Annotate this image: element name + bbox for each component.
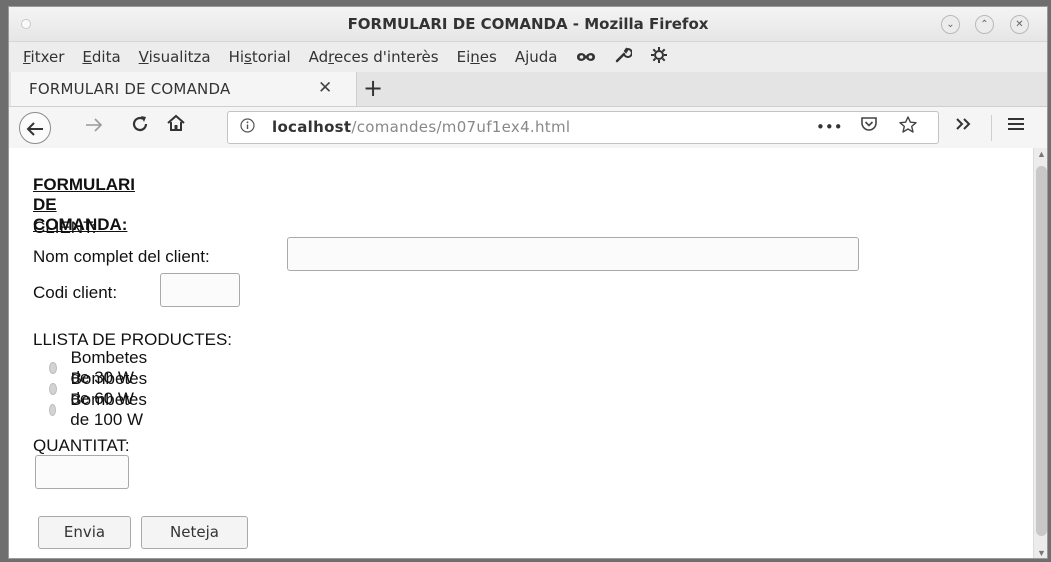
site-info-icon[interactable] xyxy=(240,118,255,137)
client-name-input[interactable] xyxy=(287,237,859,271)
toolbar-separator xyxy=(991,115,992,141)
bookmark-star-icon[interactable] xyxy=(898,115,918,140)
menu-item-visualitza[interactable]: Visualitza xyxy=(139,48,211,66)
menu-item-eines[interactable]: Eines xyxy=(457,48,497,66)
submit-button[interactable]: Envia xyxy=(38,516,131,549)
overflow-menu-icon[interactable] xyxy=(955,113,973,137)
menu-item-edita[interactable]: Edita xyxy=(82,48,120,66)
pocket-icon[interactable] xyxy=(860,116,878,138)
gear-icon[interactable] xyxy=(650,46,668,68)
url-text: localhost/comandes/m07uf1ex4.html xyxy=(272,118,571,136)
home-button[interactable] xyxy=(167,114,185,137)
menu-item-ajuda[interactable]: Ajuda xyxy=(515,48,558,66)
new-tab-button[interactable]: + xyxy=(363,74,383,102)
product-option-100w[interactable]: Bombetes de 100 W xyxy=(49,390,152,430)
tab-label: FORMULARI DE COMANDA xyxy=(29,80,231,98)
scroll-down-icon[interactable]: ▼ xyxy=(1037,548,1046,558)
close-tab-icon[interactable]: ✕ xyxy=(318,78,332,98)
client-name-label: Nom complet del client: xyxy=(33,247,210,266)
back-button[interactable] xyxy=(19,112,51,144)
maximize-button[interactable]: ⌃ xyxy=(975,15,994,34)
minimize-button[interactable]: ⌄ xyxy=(941,15,960,34)
forward-button[interactable] xyxy=(85,114,103,138)
browser-window: FORMULARI DE COMANDA - Mozilla Firefox ⌄… xyxy=(8,6,1048,559)
quantity-section-label: QUANTITAT: xyxy=(33,436,130,455)
quantity-input[interactable] xyxy=(35,455,129,489)
vertical-scrollbar[interactable]: ▲ ▼ xyxy=(1033,148,1047,558)
page-actions-button[interactable]: ••• xyxy=(816,118,843,136)
page-viewport: FORMULARI DE COMANDA: CLIENT: Nom comple… xyxy=(9,148,1047,558)
menu-item-historial[interactable]: Historial xyxy=(229,48,291,66)
menu-item-fitxer[interactable]: Fitxer xyxy=(23,48,64,66)
client-code-input[interactable] xyxy=(160,273,240,307)
tab-formulari[interactable]: FORMULARI DE COMANDA ✕ xyxy=(11,72,357,106)
reset-button[interactable]: Neteja xyxy=(141,516,248,549)
hamburger-menu-icon[interactable] xyxy=(1007,113,1025,137)
close-window-button[interactable]: ✕ xyxy=(1010,15,1029,34)
client-code-label: Codi client: xyxy=(33,283,118,302)
wrench-icon[interactable] xyxy=(614,46,633,68)
scroll-up-icon[interactable]: ▲ xyxy=(1037,149,1046,159)
products-section-label: LLISTA DE PRODUCTES: xyxy=(33,330,233,349)
reload-button[interactable] xyxy=(131,114,149,138)
navigation-bar: localhost/comandes/m07uf1ex4.html ••• xyxy=(9,107,1047,150)
tab-bar: FORMULARI DE COMANDA ✕ + xyxy=(9,72,1047,107)
radio-button[interactable] xyxy=(49,404,57,416)
product-label: Bombetes de 100 W xyxy=(70,390,147,429)
menu-bar: Fitxer Edita Visualitza Historial Adrece… xyxy=(9,42,1047,72)
menu-item-adreces[interactable]: Adreces d'interès xyxy=(309,48,439,66)
client-section-label: CLIENT: xyxy=(33,218,97,237)
mask-icon[interactable] xyxy=(576,48,596,67)
title-bar: FORMULARI DE COMANDA - Mozilla Firefox ⌄… xyxy=(9,7,1047,42)
scrollbar-thumb[interactable] xyxy=(1036,166,1047,536)
url-bar[interactable]: localhost/comandes/m07uf1ex4.html ••• xyxy=(227,111,939,144)
window-title: FORMULARI DE COMANDA - Mozilla Firefox xyxy=(347,15,709,33)
